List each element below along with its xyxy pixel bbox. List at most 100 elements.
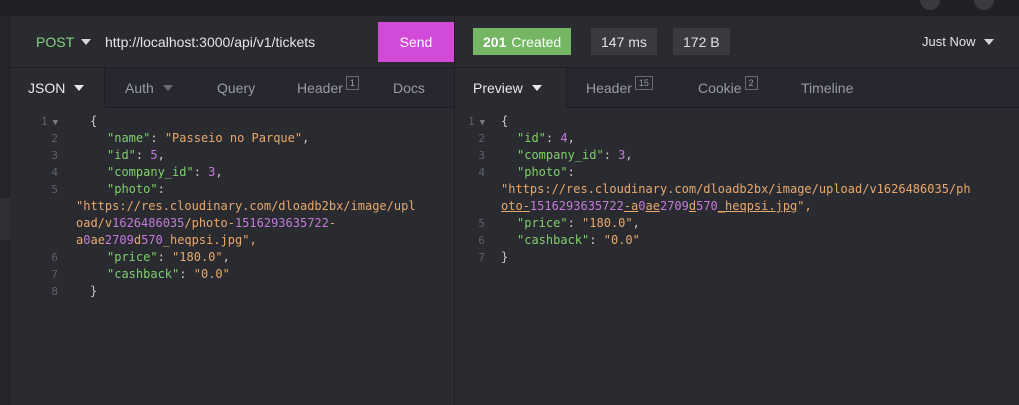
line-number: 6	[51, 251, 58, 264]
tab-label: Docs	[393, 79, 425, 96]
request-bar: POST http://localhost:3000/api/v1/ticket…	[10, 16, 454, 68]
code-text: oto-1516293635722-a0ae2709d570_heqpsi.jp…	[501, 199, 812, 213]
tab-cookie[interactable]: Cookie 2	[679, 68, 781, 108]
line-number: 2	[51, 132, 58, 145]
code-text: {	[90, 114, 98, 128]
code-text: "company_id": 3,	[107, 165, 223, 179]
chevron-down-icon	[81, 39, 92, 46]
tab-header[interactable]: Header 1	[277, 68, 375, 108]
code-text: "name": "Passeio no Parque",	[107, 131, 310, 145]
tab-label: Preview	[473, 80, 523, 96]
tab-json[interactable]: JSON	[10, 68, 105, 108]
tab-preview[interactable]: Preview	[455, 68, 567, 108]
code-line: oad/v1626486035/photo-1516293635722-	[10, 215, 454, 232]
code-text: "photo":	[107, 182, 165, 196]
code-line: 4 "photo":	[455, 164, 1019, 181]
chevron-down-icon	[74, 85, 85, 91]
tab-label: Query	[217, 79, 256, 96]
history-label: Just Now	[922, 34, 976, 49]
window-control-icon[interactable]	[974, 0, 994, 10]
code-line: 3 "id": 5,	[10, 147, 454, 164]
response-size-badge: 172 B	[673, 28, 730, 55]
tab-label: Header	[297, 79, 343, 96]
line-number: 5	[51, 183, 58, 196]
tab-label: JSON	[28, 80, 66, 96]
status-code: 201	[483, 33, 507, 50]
code-line: 6 "cashback": "0.0"	[455, 232, 1019, 249]
line-number: 3	[51, 149, 58, 162]
tab-response-header[interactable]: Header 15	[567, 68, 679, 108]
code-line: 8}	[10, 283, 454, 300]
code-text: "price": "180.0",	[517, 216, 640, 230]
code-text: }	[90, 284, 98, 298]
window-control-icon[interactable]	[920, 0, 940, 10]
request-tabs: JSON Auth Query Header 1 Docs	[10, 68, 454, 108]
window-top-strip	[0, 0, 1019, 16]
status-badge: 201 Created	[473, 28, 572, 55]
sidebar-handle[interactable]	[0, 198, 10, 240]
line-number: 4	[51, 166, 58, 179]
response-tabs: Preview Header 15 Cookie 2 Timeline	[454, 68, 1019, 108]
code-line: "https://res.cloudinary.com/dloadb2bx/im…	[10, 198, 454, 215]
code-text: "cashback": "0.0"	[107, 267, 230, 281]
line-number: 3	[478, 149, 485, 162]
code-line: oto-1516293635722-a0ae2709d570_heqpsi.jp…	[455, 198, 1019, 215]
request-body-editor[interactable]: 1 ▼{2 "name": "Passeio no Parque", 3 "id": 5…	[10, 108, 454, 405]
tab-label: Timeline	[801, 79, 854, 96]
cookie-count-badge: 2	[744, 75, 758, 90]
code-line: a0ae2709d570_heqpsi.jpg",	[10, 232, 454, 249]
code-text: oad/v1626486035/photo-1516293635722-	[76, 216, 337, 230]
code-text: "photo":	[517, 165, 575, 179]
header-count-badge: 1	[345, 75, 359, 90]
tab-label: Auth	[125, 79, 154, 96]
history-dropdown[interactable]: Just Now	[922, 34, 995, 49]
line-number: 4	[478, 166, 485, 179]
line-number: 6	[478, 234, 485, 247]
code-line: 6 "price": "180.0",	[10, 249, 454, 266]
left-sidebar-edge	[0, 16, 10, 405]
status-text: Created	[511, 33, 562, 50]
code-line: 3 "company_id": 3,	[455, 147, 1019, 164]
chevron-down-icon	[531, 85, 542, 91]
fold-arrow-icon[interactable]: ▼	[53, 118, 58, 128]
code-text: "https://res.cloudinary.com/dloadb2bx/im…	[501, 182, 971, 196]
code-text: "id": 5,	[107, 148, 165, 162]
code-text: "price": "180.0",	[107, 250, 230, 264]
code-line: 2 "id": 4,	[455, 130, 1019, 147]
fold-arrow-icon[interactable]: ▼	[480, 118, 485, 128]
header-count-badge: 15	[634, 75, 653, 90]
tab-label: Header	[586, 79, 632, 96]
line-number: 2	[478, 132, 485, 145]
code-line: 1 ▼{	[10, 113, 454, 130]
code-text: "id": 4,	[517, 131, 575, 145]
line-number: 7	[51, 268, 58, 281]
line-number: 8	[51, 285, 58, 298]
url-input[interactable]: http://localhost:3000/api/v1/tickets	[105, 34, 315, 50]
tab-docs[interactable]: Docs	[375, 68, 454, 108]
line-number: 5	[478, 217, 485, 230]
response-body-viewer[interactable]: 1 ▼{2 "id": 4, 3 "company_id": 3, 4 "photo": "h…	[454, 108, 1019, 405]
code-text: {	[501, 114, 509, 128]
code-line: "https://res.cloudinary.com/dloadb2bx/im…	[455, 181, 1019, 198]
code-line: 7}	[455, 249, 1019, 266]
code-line: 4 "company_id": 3,	[10, 164, 454, 181]
chevron-down-icon	[984, 38, 995, 45]
code-line: 7 "cashback": "0.0"	[10, 266, 454, 283]
code-text: "cashback": "0.0"	[517, 233, 640, 247]
tab-query[interactable]: Query	[197, 68, 277, 108]
response-time-badge: 147 ms	[591, 28, 657, 55]
send-button[interactable]: Send	[378, 22, 454, 62]
code-line: 2 "name": "Passeio no Parque",	[10, 130, 454, 147]
code-text: a0ae2709d570_heqpsi.jpg",	[76, 233, 257, 247]
tab-auth[interactable]: Auth	[105, 68, 197, 108]
chevron-down-icon	[162, 84, 173, 91]
response-bar: 201 Created 147 ms 172 B Just Now	[454, 16, 1019, 68]
method-dropdown[interactable]: POST	[36, 34, 92, 50]
tab-timeline[interactable]: Timeline	[781, 68, 881, 108]
code-text: }	[501, 250, 509, 264]
code-text: "https://res.cloudinary.com/dloadb2bx/im…	[76, 199, 416, 213]
line-number: 7	[478, 251, 485, 264]
method-label: POST	[36, 34, 75, 50]
tab-label: Cookie	[698, 79, 742, 96]
code-line: 5 "photo":	[10, 181, 454, 198]
